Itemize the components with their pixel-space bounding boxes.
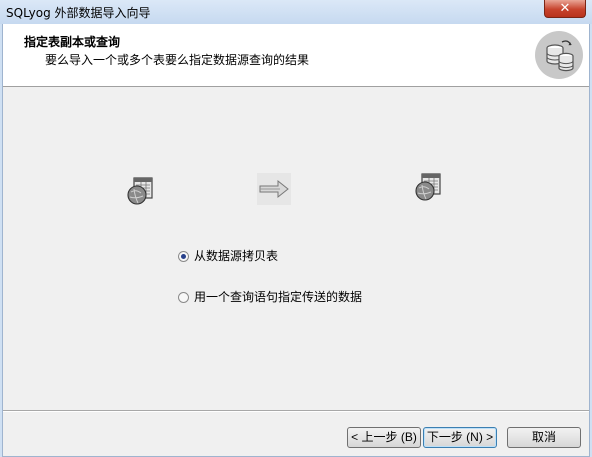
option-query-label: 用一个查询语句指定传送的数据 xyxy=(194,290,363,304)
cancel-button[interactable]: 取消 xyxy=(507,427,581,448)
database-icon xyxy=(535,31,583,79)
page-title: 指定表副本或查询 xyxy=(24,35,121,49)
back-button[interactable]: < 上一步 (B) xyxy=(347,427,421,448)
target-table-globe-icon xyxy=(414,172,444,202)
footer-divider xyxy=(3,410,589,412)
option-copy-tables-label: 从数据源拷贝表 xyxy=(194,249,279,263)
page-subtitle: 要么导入一个或多个表要么指定数据源查询的结果 xyxy=(45,53,310,67)
window-title: SQLyog 外部数据导入向导 xyxy=(6,6,151,20)
wizard-header: 指定表副本或查询 要么导入一个或多个表要么指定数据源查询的结果 xyxy=(3,24,589,87)
option-copy-tables[interactable]: 从数据源拷贝表 xyxy=(178,248,278,264)
title-bar: SQLyog 外部数据导入向导 ✕ xyxy=(0,0,592,24)
radio-copy-tables[interactable] xyxy=(178,250,189,262)
next-button[interactable]: 下一步 (N) > xyxy=(423,427,497,448)
source-table-globe-icon xyxy=(126,176,156,206)
arrow-right-icon xyxy=(257,173,291,205)
wizard-window: 指定表副本或查询 要么导入一个或多个表要么指定数据源查询的结果 从数据源拷贝表 … xyxy=(2,24,590,457)
wizard-content: 从数据源拷贝表 用一个查询语句指定传送的数据 xyxy=(3,87,589,409)
radio-query[interactable] xyxy=(178,291,189,303)
option-query[interactable]: 用一个查询语句指定传送的数据 xyxy=(178,289,362,305)
close-button[interactable]: ✕ xyxy=(544,0,586,18)
